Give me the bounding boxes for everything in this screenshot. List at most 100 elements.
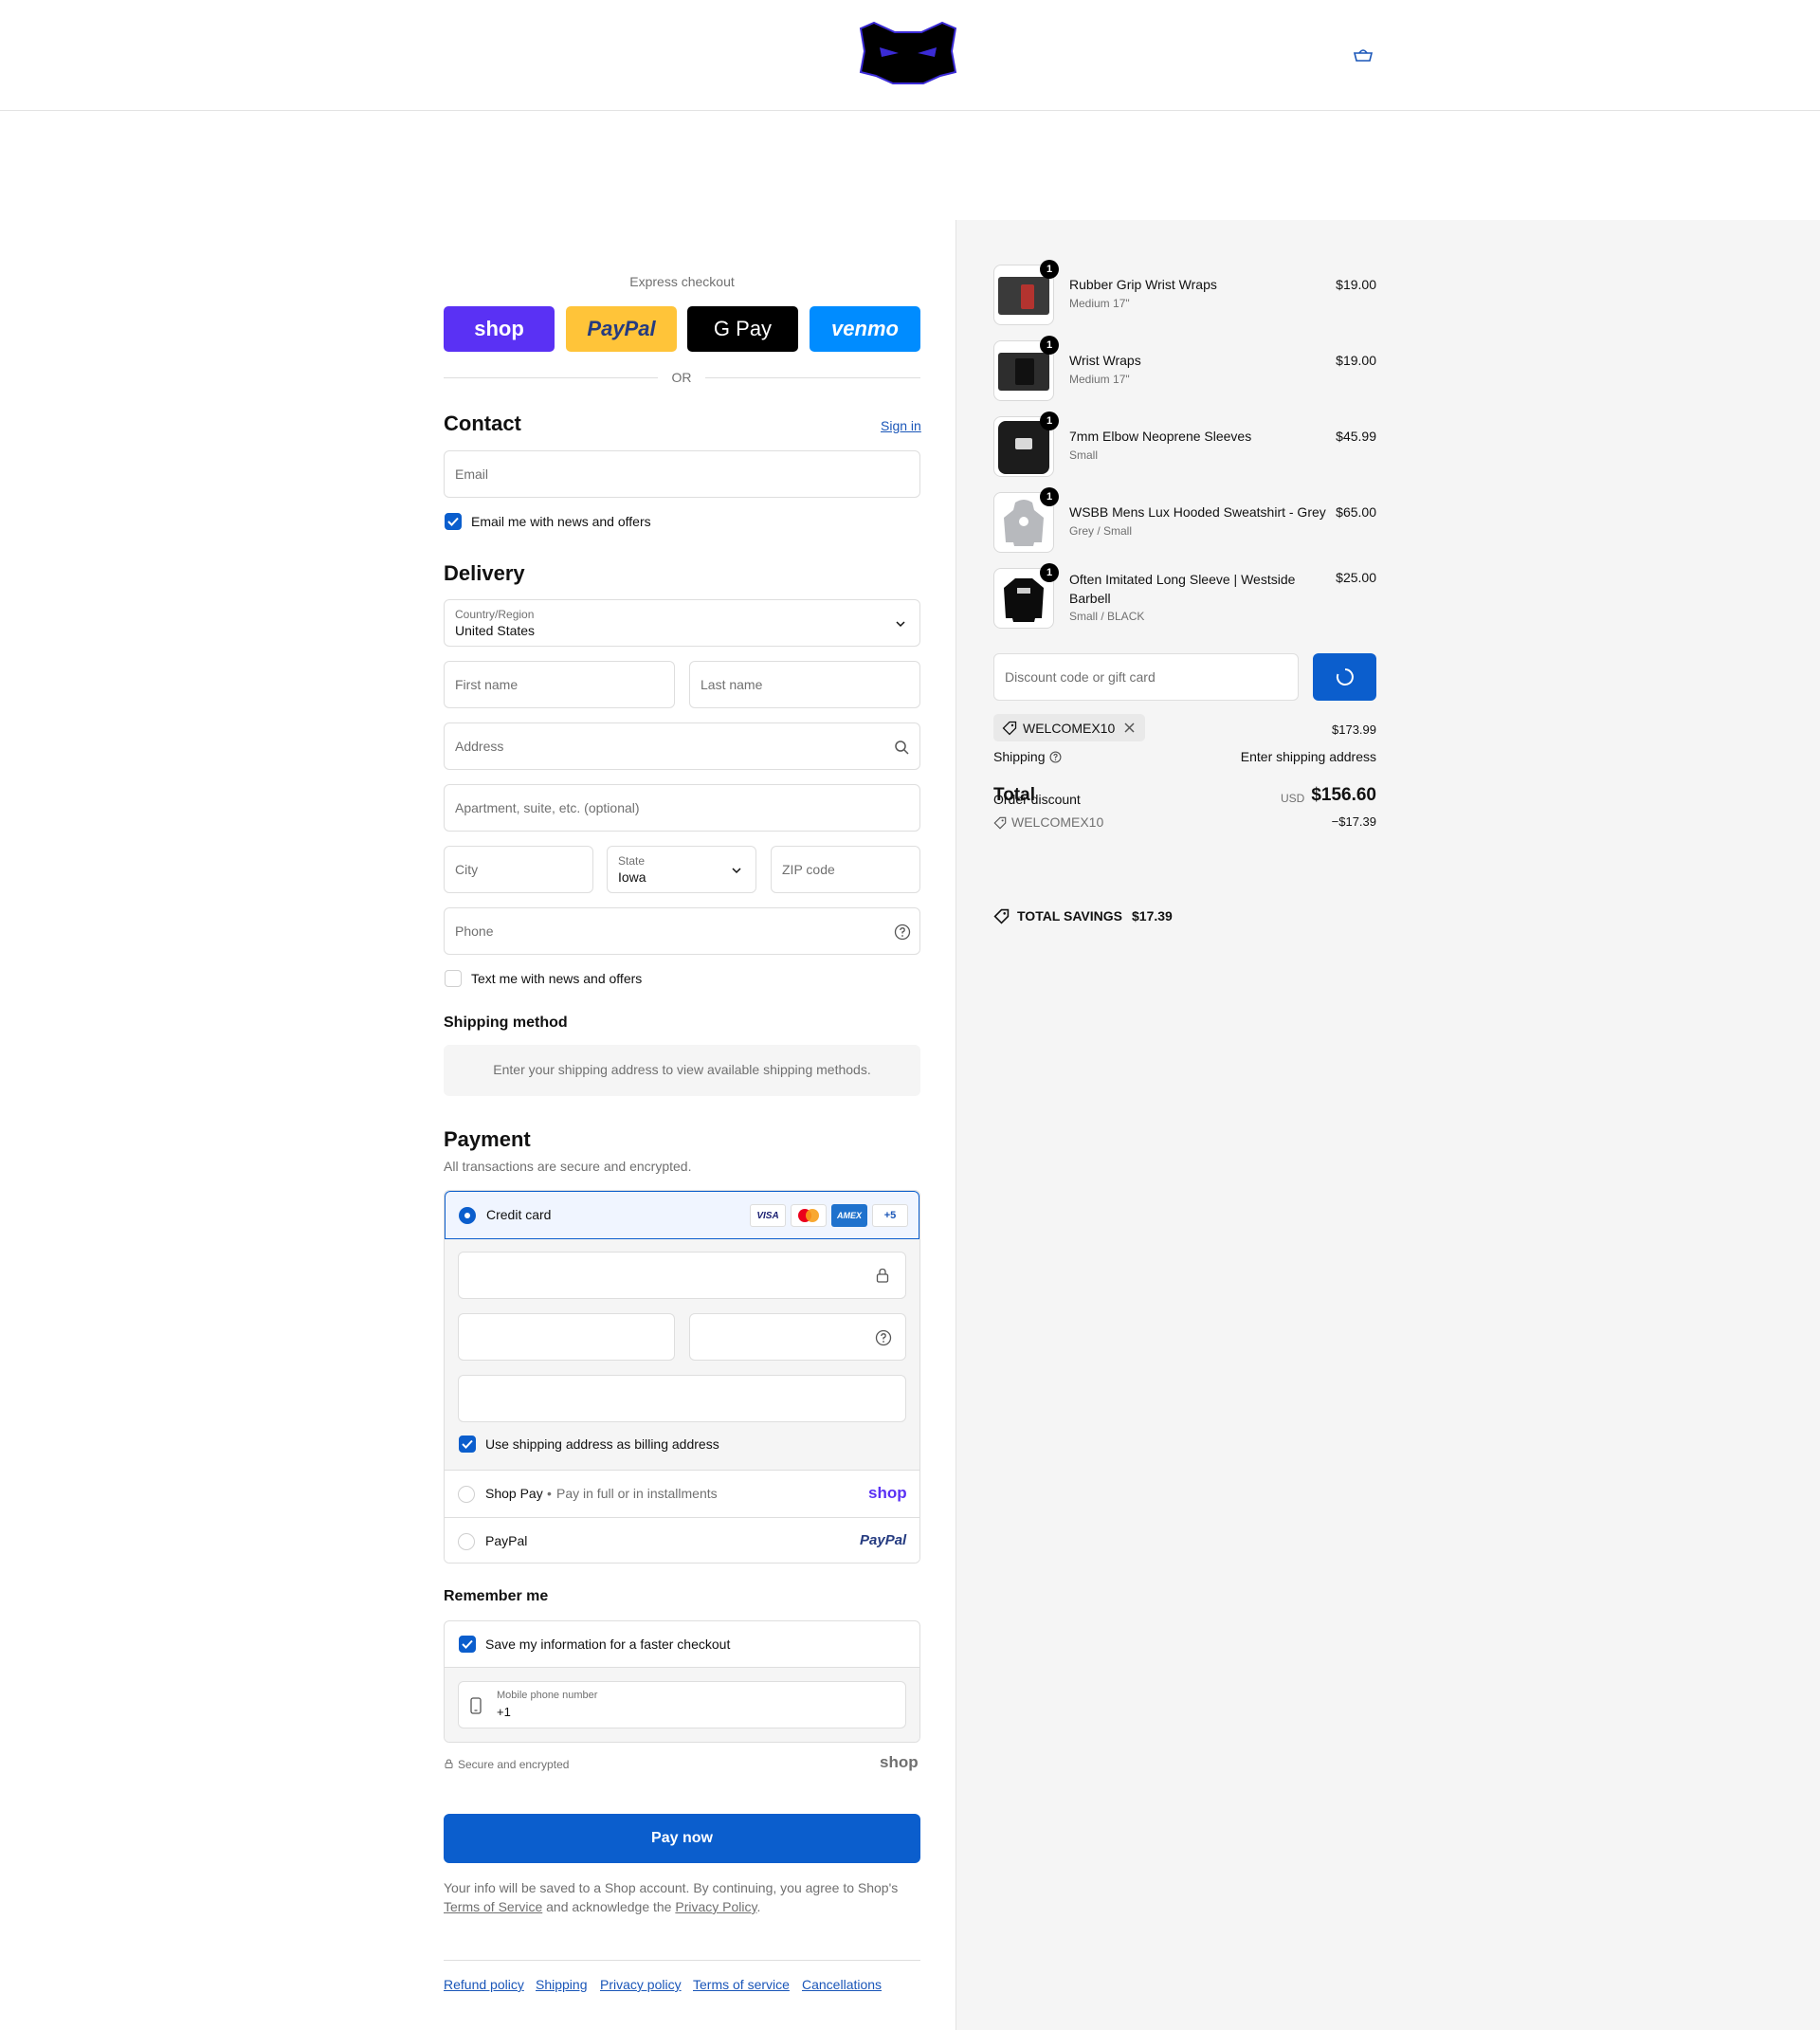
cardholder-name-field[interactable] [458,1375,906,1422]
last-name-placeholder: Last name [701,677,763,692]
discount-code-field[interactable]: Discount code or gift card [993,653,1299,701]
product-image-detail [1021,284,1034,309]
visa-icon: VISA [750,1204,786,1227]
terms-of-service-link[interactable]: Terms of Service [444,1899,542,1914]
save-info-label: Save my information for a faster checkou… [485,1637,731,1652]
product-price: $25.00 [1336,570,1376,585]
shopping-bag-icon[interactable] [1353,47,1374,63]
shop-pay-label: Shop Pay [485,1486,543,1501]
product-thumbnail: 1 [993,336,1059,401]
shipping-label: Shipping [993,749,1046,764]
paypal-radio[interactable] [458,1533,475,1550]
paypal-express-button[interactable]: PayPal [566,306,677,352]
venmo-express-button[interactable]: venmo [810,306,920,352]
shop-pay-option[interactable]: Shop Pay • Pay in full or in installment… [445,1470,919,1517]
order-discount-code: WELCOMEX10 [1011,814,1104,830]
terms-of-service-footer-link[interactable]: Terms of service [693,1977,790,1992]
product-thumbnail: 1 [993,260,1059,325]
billing-address-checkbox[interactable] [459,1436,476,1453]
product-image-detail [1015,358,1034,385]
email-placeholder: Email [455,466,489,482]
first-name-field[interactable]: First name [444,661,675,708]
product-name: WSBB Mens Lux Hooded Sweatshirt - Grey [1069,504,1326,520]
address-field[interactable]: Address [444,722,920,770]
legal-end: . [756,1899,761,1914]
total-label: Total [993,785,1035,805]
last-name-field[interactable]: Last name [689,661,920,708]
legal-line1: Your info will be saved to a Shop accoun… [444,1880,899,1895]
apartment-field[interactable]: Apartment, suite, etc. (optional) [444,784,920,832]
product-price: $65.00 [1336,504,1376,520]
total-savings-value: $17.39 [1132,908,1173,924]
subtotal-value: $173.99 [1332,722,1376,737]
divider-line-right [705,377,920,378]
address-placeholder: Address [455,739,504,754]
card-number-field[interactable] [458,1252,906,1299]
cancellations-link[interactable]: Cancellations [802,1977,882,1992]
help-circle-icon[interactable] [875,1329,892,1346]
product-price: $45.99 [1336,429,1376,444]
phone-field[interactable]: Phone [444,907,920,955]
long-sleeve-shirt-image [1004,578,1044,622]
store-logo[interactable] [857,19,959,87]
email-field[interactable]: Email [444,450,920,498]
zip-field[interactable]: ZIP code [771,846,920,893]
credit-card-option[interactable]: Credit card VISA AMEX +5 [445,1191,919,1239]
help-circle-icon[interactable] [1049,751,1062,763]
product-variant: Small / BLACK [1069,610,1145,623]
shipping-policy-link[interactable]: Shipping [536,1977,588,1992]
shipping-value: Enter shipping address [1240,749,1376,764]
state-select[interactable]: State Iowa [607,846,756,893]
mastercard-icon [791,1204,827,1227]
city-field[interactable]: City [444,846,593,893]
apartment-placeholder: Apartment, suite, etc. (optional) [455,800,640,815]
loading-spinner-icon [1336,668,1354,686]
save-info-checkbox[interactable] [459,1636,476,1653]
payment-methods-box: Credit card VISA AMEX +5 Use shipping ad… [444,1190,920,1564]
quantity-badge: 1 [1040,260,1059,279]
paypal-option[interactable]: PayPal PayPal [445,1517,919,1563]
shop-pay-radio[interactable] [458,1486,475,1503]
text-news-checkbox[interactable] [445,970,462,987]
search-icon [895,741,909,755]
credit-card-radio[interactable] [459,1207,476,1224]
privacy-policy-link[interactable]: Privacy Policy [675,1899,756,1914]
billing-address-label: Use shipping address as billing address [485,1436,719,1452]
close-icon[interactable] [1124,722,1135,733]
footer-divider [444,1960,920,1961]
product-price: $19.00 [1336,277,1376,292]
product-thumbnail: 1 [993,411,1059,477]
legal-mid: and acknowledge the [546,1899,672,1914]
sign-in-link[interactable]: Sign in [881,418,921,433]
total-value: $156.60 [1311,785,1376,805]
product-name: Often Imitated Long Sleeve | Westside Ba… [1069,572,1296,606]
lock-icon [876,1268,889,1283]
refund-policy-link[interactable]: Refund policy [444,1977,524,1992]
mobile-phone-label: Mobile phone number [497,1690,598,1701]
zip-placeholder: ZIP code [782,862,835,877]
product-variant: Grey / Small [1069,524,1133,538]
quantity-badge: 1 [1040,563,1059,582]
help-circle-icon[interactable] [894,924,911,941]
card-expiry-field[interactable] [458,1313,675,1361]
or-divider: OR [671,370,692,385]
country-select[interactable]: Country/Region United States [444,599,920,647]
pay-now-button[interactable]: Pay now [444,1814,920,1863]
google-pay-express-button[interactable]: G Pay [687,306,798,352]
tag-icon [993,816,1007,830]
product-thumbnail: 1 [993,487,1059,553]
shop-pay-express-button[interactable]: shop [444,306,555,352]
email-news-checkbox[interactable] [445,513,462,530]
tag-icon [993,908,1010,924]
card-cvv-field[interactable] [689,1313,906,1361]
tag-icon [1002,721,1017,736]
delivery-heading: Delivery [444,561,525,585]
email-news-label: Email me with news and offers [471,514,651,529]
apply-discount-button[interactable] [1313,653,1376,701]
mobile-phone-field[interactable]: Mobile phone number +1 [458,1681,906,1728]
card-fields-panel: Use shipping address as billing address [445,1239,919,1470]
paypal-label: PayPal [485,1533,528,1548]
mobile-phone-panel: Mobile phone number +1 [445,1667,919,1742]
privacy-policy-footer-link[interactable]: Privacy policy [600,1977,682,1992]
divider-line-left [444,377,658,378]
